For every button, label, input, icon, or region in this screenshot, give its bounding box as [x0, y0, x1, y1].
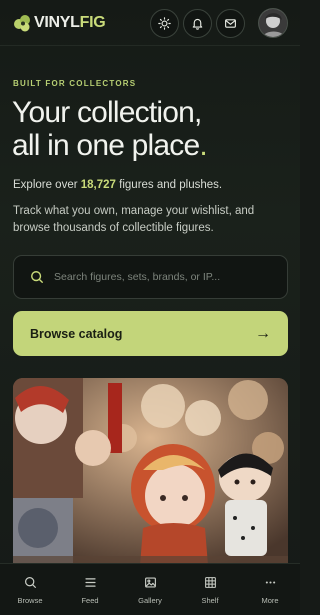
bottom-navigation: Browse Feed Gallery Shelf More	[0, 563, 300, 615]
collection-photo	[13, 378, 288, 578]
figure-count: 18,727	[80, 179, 116, 191]
arrow-right-icon: →	[255, 324, 271, 342]
nav-item-shelf[interactable]: Shelf	[180, 564, 240, 615]
page: VINYLFIG BUILT FOR COLLECTORS Your colle…	[0, 0, 300, 615]
figures-shelf-image	[13, 378, 288, 578]
search-icon	[31, 271, 43, 283]
hero-title-line-2-text: all in one place	[12, 129, 200, 162]
top-header: VINYLFIG	[0, 0, 300, 46]
nav-label: Browse	[17, 596, 43, 605]
hero-eyebrow: BUILT FOR COLLECTORS	[13, 79, 137, 88]
menu-icon	[84, 578, 96, 587]
search-input[interactable]	[54, 271, 287, 283]
nav-item-browse[interactable]: Browse	[0, 564, 60, 615]
user-avatar[interactable]	[258, 8, 288, 38]
notifications-button[interactable]	[183, 9, 212, 38]
image-icon	[144, 577, 156, 588]
grid-icon	[204, 577, 216, 588]
vinylfig-logo[interactable]: VINYLFIG	[13, 13, 106, 33]
more-icon	[265, 581, 275, 584]
search-icon	[24, 577, 36, 588]
nav-label: Shelf	[201, 596, 219, 605]
hero-title-line-2: all in one place.	[12, 129, 288, 162]
nav-label: Gallery	[138, 596, 162, 605]
hero-title: Your collection, all in one place.	[12, 96, 288, 162]
nav-item-more[interactable]: More	[240, 564, 300, 615]
hero-description: Track what you own, manage your wishlist…	[13, 205, 255, 234]
browse-catalog-label: Browse catalog	[30, 326, 123, 341]
browse-catalog-button[interactable]: Browse catalog →	[13, 311, 288, 356]
nav-label: Feed	[81, 596, 99, 605]
logo-text-fig: FIG	[79, 14, 106, 31]
messages-button[interactable]	[216, 9, 245, 38]
bell-icon	[192, 18, 203, 30]
search-box[interactable]	[13, 255, 288, 299]
logo-text-vinyl: VINYL	[34, 14, 80, 31]
nav-label: More	[261, 596, 279, 605]
mail-icon	[225, 19, 236, 28]
nav-item-feed[interactable]: Feed	[60, 564, 120, 615]
avatar-image	[259, 9, 287, 37]
count-suffix: figures and plushes.	[119, 179, 223, 191]
hero-title-line-1: Your collection,	[12, 96, 202, 129]
theme-toggle-button[interactable]	[150, 9, 179, 38]
sun-icon	[158, 17, 171, 30]
hero-title-period: .	[199, 129, 207, 162]
figure-count-line: Explore over 18,727 figures and plushes.	[13, 177, 293, 193]
count-prefix: Explore over	[13, 179, 78, 191]
logo-wordmark: VINYLFIG	[34, 13, 106, 33]
nav-item-gallery[interactable]: Gallery	[120, 564, 180, 615]
leaf-logo-icon	[14, 15, 30, 32]
